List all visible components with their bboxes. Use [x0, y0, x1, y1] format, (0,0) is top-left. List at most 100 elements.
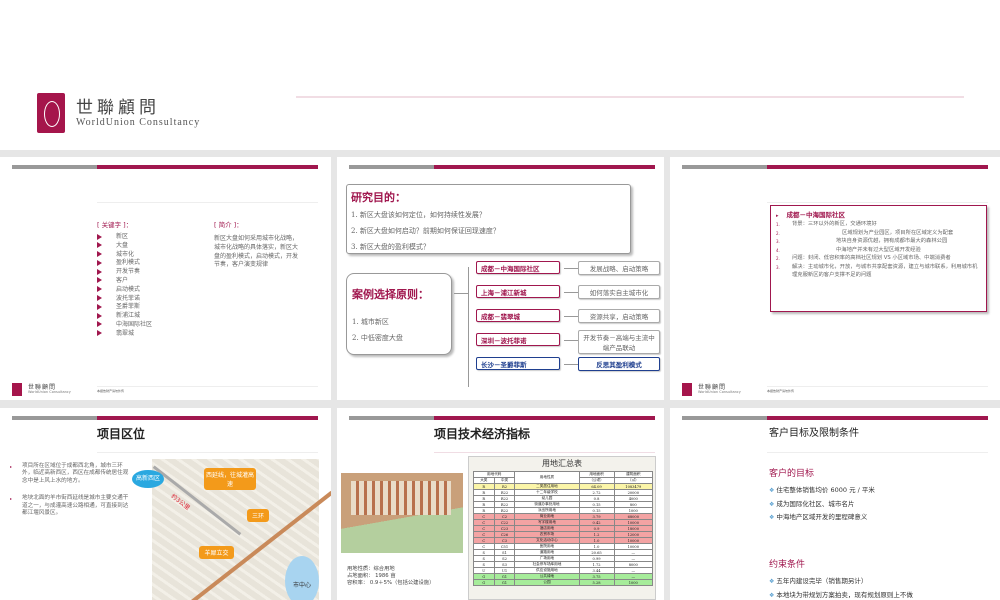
- keyword-text: 波托菲诺: [116, 294, 141, 302]
- header-bar: [349, 165, 434, 169]
- connector: [564, 316, 578, 317]
- slide-3-research[interactable]: 研究目的： 1. 新区大盘该如何定位，如何持续性发展？ 2. 新区大盘如何启动？前…: [337, 157, 664, 400]
- brand-cn: 世聯顧問: [76, 98, 160, 118]
- diamond-bullet-icon: ❖: [769, 514, 775, 521]
- land-use-table-panel: 用地汇总表 用地代码 用地性质 用地面积 建筑面积 大类 中类 （公顷） （㎡） R R2 二类…: [468, 456, 656, 600]
- keywords-label: [ 关键字 ]：: [97, 221, 133, 229]
- keyword-text: 开发节奏: [116, 268, 141, 276]
- worldunion-logo-icon: [682, 383, 692, 396]
- item-number: 2.: [776, 230, 780, 236]
- limit-text: 五年内建设完毕（销售期另计）: [776, 577, 868, 585]
- table-cell: G1: [493, 579, 516, 586]
- divider: [767, 202, 988, 203]
- bullet-triangle-icon: [97, 321, 102, 328]
- table-cell: 5.28: [578, 579, 615, 586]
- keyword-text: 启动模式: [116, 285, 141, 293]
- bullet-triangle-icon: [97, 312, 102, 319]
- item-text: 解决：主动城市化，开放，与城市共享配套资源，建立与城市联系，利用城市机理克服新区…: [792, 263, 978, 278]
- case-name: 长沙－圣爵菲斯: [476, 357, 560, 370]
- connector: [564, 268, 578, 269]
- bullet-triangle-icon: [97, 259, 102, 266]
- principle-title: 案例选择原则：: [352, 288, 429, 301]
- item-text: 背景：三环以外的新区，交通环境好: [792, 221, 877, 227]
- header-bar-accent: [97, 165, 318, 169]
- case-title: ▸ 成都－中海国际社区: [776, 211, 846, 219]
- keyword-item: 翡翠城: [97, 330, 152, 339]
- slide-7-goals[interactable]: 客户目标及限制条件 客户的目标 ❖ 住宅整体销售均价 6000 元 / 平米 ❖ 成为…: [670, 408, 1000, 600]
- case-list-item: 2. 问题：封闭、低容积率的高档社区规划 VS 小区域市场、中端消费者: [776, 255, 981, 263]
- slide-title: 客户目标及限制条件: [769, 428, 859, 439]
- map-label-west-zone: 高新西区: [132, 470, 164, 488]
- case-list-item: 4. 中海地产并未有过大型区域开发经验: [776, 247, 981, 255]
- keyword-item: 圣爵菲斯: [97, 303, 152, 312]
- bullet-triangle-icon: [97, 233, 102, 240]
- slide-2-keywords[interactable]: [ 关键字 ]： 新区 大盘 城市化 盈利模式 开发节奏 客户 启动模式 波托菲诺 圣爵菲斯 新浦…: [0, 157, 331, 400]
- case-box: ▸ 成都－中海国际社区 1. 背景：三环以外的新区，交通环境好 2. 区域规划为产业园区…: [770, 205, 987, 312]
- worldunion-logo-icon: [12, 383, 22, 396]
- keyword-text: 盈利模式: [116, 259, 141, 267]
- divider: [296, 96, 964, 98]
- header-bar: [349, 416, 434, 420]
- purpose-item: 2. 新区大盘如何启动？前期如何保证回现速度？: [351, 227, 500, 235]
- principle-list: 1. 城市新区 2. 中低密度大盘: [352, 314, 403, 346]
- principle-box: 案例选择原则： 1. 城市新区 2. 中低密度大盘: [346, 273, 452, 355]
- header-bar: [12, 165, 97, 169]
- bullet-triangle-icon: [97, 330, 102, 337]
- bullet-triangle-icon: [97, 295, 102, 302]
- site-info-line: 用地性质：综合用地: [347, 566, 395, 572]
- table-row: G G1 公园 5.28 1000: [473, 579, 654, 586]
- limit-item: ❖ 本地块为带规划方案拍卖，现有规划原则上不做: [769, 589, 913, 600]
- keyword-text: 中海国际社区: [116, 320, 153, 328]
- header-bar-accent: [767, 416, 988, 420]
- bullet-triangle-icon: [97, 303, 102, 310]
- bullet-item: ▸ 地块北面的羊市街西延线是城市主要交通干道之一，与成灌高速公路相通，可直接到达都…: [10, 495, 130, 517]
- table-cell: 1000: [613, 579, 654, 586]
- purpose-item: 1. 新区大盘该如何定位，如何持续性发展？: [351, 211, 486, 219]
- keyword-item: 中海国际社区: [97, 321, 152, 330]
- map-label-road: 西延线，往城灌高速: [204, 468, 256, 490]
- divider: [767, 386, 988, 387]
- case-result: 开发节奏－高端与主流中端产品联动: [578, 330, 660, 354]
- intro-label: [ 简介 ]：: [214, 221, 243, 229]
- keyword-text: 新区: [116, 233, 129, 240]
- slide-title: 项目技术经济指标: [434, 427, 531, 441]
- bullet-list: ▸ 项目所在区域位于成都西北角，城市三环外，临近高新西区，西区在成都传统居住观念中…: [10, 463, 130, 527]
- keyword-item: 启动模式: [97, 286, 152, 295]
- map-label-ring: 三环: [247, 509, 269, 522]
- bullet-triangle-icon: [97, 277, 102, 284]
- slide-5-location[interactable]: 项目区位 ▸ 项目所在区域位于成都西北角，城市三环外，临近高新西区，西区在成都传统…: [0, 408, 331, 600]
- purpose-item: 3. 新区大盘的盈利模式？: [351, 243, 430, 251]
- connector: [564, 364, 578, 365]
- header-bar: [682, 416, 767, 420]
- goal-text: 中海地产区域开发的里程碑意义: [776, 513, 868, 521]
- footer-brand-en: WorldUnion Consultancy: [28, 390, 71, 394]
- divider: [97, 452, 318, 453]
- slide-1-cover[interactable]: 世聯顧問 WorldUnion Consultancy: [0, 0, 1000, 150]
- principle-item: 1. 城市新区: [352, 318, 389, 326]
- slide-6-indicators[interactable]: 项目技术经济指标 用地性质：综合用地 占地面积： 1986 亩容积率： 0.9＋5…: [337, 408, 664, 600]
- bullet-triangle-icon: ▸: [10, 496, 13, 502]
- limit-text: 本地块为带规划方案拍卖，现有规划原则上不做: [776, 590, 913, 599]
- case-result: 发展战略、启动策略: [578, 261, 660, 275]
- limit-title: 约束条件: [769, 560, 806, 570]
- table-cell: 公园: [514, 579, 580, 586]
- bullet-text: 地块北面的羊市街西延线是城市主要交通干道之一，与成灌高速公路相通，可直接到达都江…: [22, 495, 129, 517]
- item-text: 区域规划为产业园区，项目所在区域定义为配套: [842, 229, 954, 236]
- case-title-text: 成都－中海国际社区: [786, 211, 846, 219]
- map-label-center: 市中心: [285, 556, 319, 600]
- item-text: 问题：封闭、低容积率的高档社区规划 VS 小区域市场、中端消费者: [792, 255, 951, 262]
- goal-item: ❖ 住宅整体销售均价 6000 元 / 平米: [769, 484, 875, 498]
- case-result: 资源共享，启动策略: [578, 309, 660, 323]
- case-list-item: 3. 地块自身资源优越，拥有成都市最大的森林公园: [776, 238, 981, 246]
- slide-4-case-zhonghai[interactable]: ▸ 成都－中海国际社区 1. 背景：三环以外的新区，交通环境好 2. 区域规划为产业园区…: [670, 157, 1000, 400]
- goal-list: ❖ 住宅整体销售均价 6000 元 / 平米 ❖ 成为国际化社区、城市名片 ❖ 中海地产区…: [769, 484, 875, 525]
- connector: [564, 340, 578, 341]
- item-text: 中海地产并未有过大型区域开发经验: [836, 246, 921, 253]
- keyword-item: 新区: [97, 233, 152, 242]
- site-info-line: 容积率： 0.9＋5%（包括公建设施）: [347, 580, 435, 586]
- divider: [434, 452, 655, 453]
- case-name: 深圳－波托菲诺: [476, 333, 560, 346]
- purpose-list: 1. 新区大盘该如何定位，如何持续性发展？ 2. 新区大盘如何启动？前期如何保证回…: [351, 207, 500, 255]
- table-cell: G: [473, 579, 495, 586]
- site-plan-image: [341, 473, 463, 553]
